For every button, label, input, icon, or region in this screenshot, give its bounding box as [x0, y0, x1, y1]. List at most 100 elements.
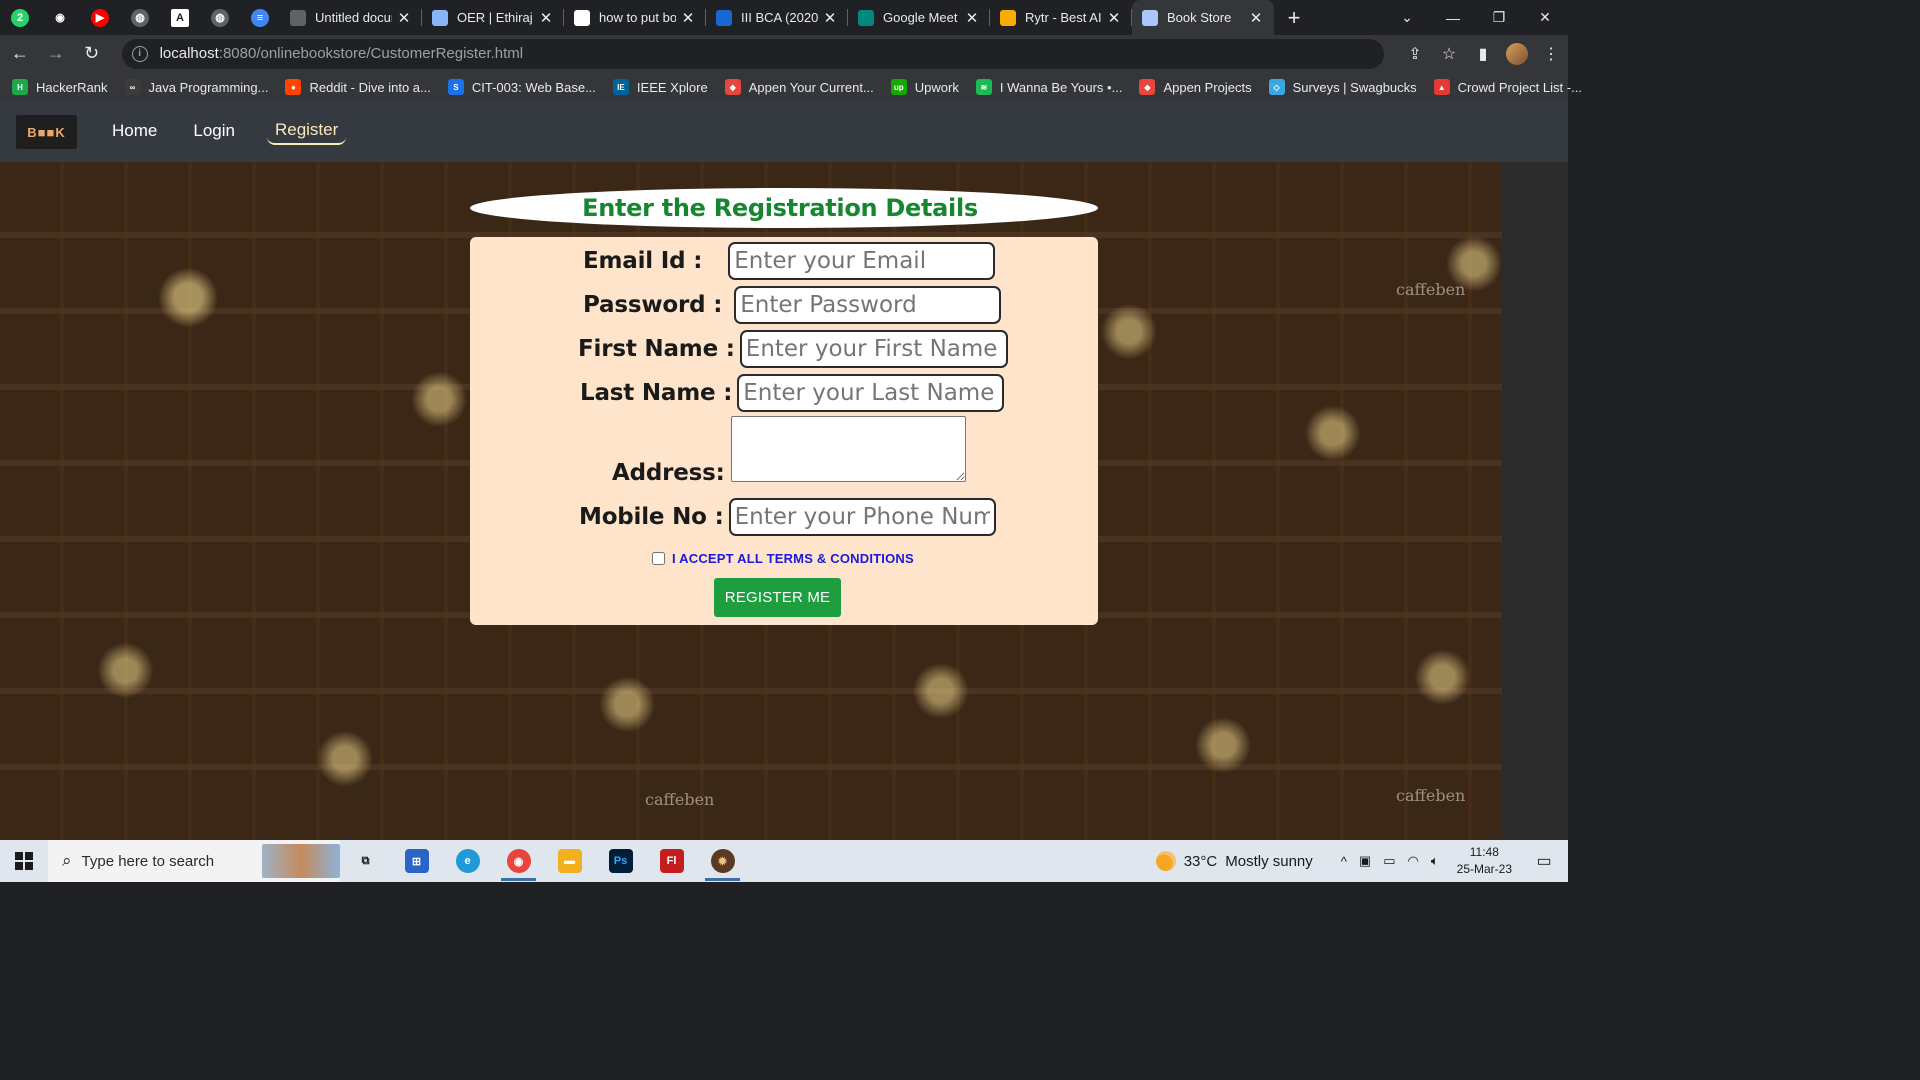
- web-page: B■■K Home Login Register caffeben caffeb…: [0, 102, 1568, 840]
- tab-title: OER | Ethiraj C: [457, 10, 534, 25]
- start-button[interactable]: [0, 840, 48, 882]
- terms-checkbox[interactable]: [652, 552, 665, 565]
- pinned-tab[interactable]: ◍: [200, 0, 240, 35]
- reload-button[interactable]: ↻: [76, 38, 108, 70]
- close-tab-icon[interactable]: ✕: [1106, 9, 1122, 27]
- taskbar-app[interactable]: e: [442, 840, 493, 882]
- microsoft-store-icon: ⊞: [404, 849, 429, 873]
- java-icon: ∞: [124, 79, 141, 95]
- swagbucks-icon: ◇: [1268, 79, 1285, 95]
- bookmark-star-icon[interactable]: ☆: [1432, 44, 1466, 64]
- mobile-label: Mobile No :: [579, 504, 724, 530]
- browser-tab[interactable]: Untitled docum ✕: [280, 0, 422, 35]
- browser-tab[interactable]: Rytr - Best AI ✕: [990, 0, 1132, 35]
- forward-button[interactable]: →: [40, 38, 72, 70]
- pinned-tab[interactable]: ◉: [40, 0, 80, 35]
- battery-icon[interactable]: ▭: [1383, 853, 1395, 869]
- bookmark-label: Appen Projects: [1163, 79, 1252, 95]
- terms-label[interactable]: I ACCEPT ALL TERMS & CONDITIONS: [672, 551, 914, 566]
- bookmark-item[interactable]: ● Reddit - Dive into a...: [285, 79, 431, 95]
- bookmark-item[interactable]: ▲ Crowd Project List -...: [1433, 79, 1582, 95]
- bookmark-item[interactable]: ◆ Appen Projects: [1139, 79, 1252, 95]
- taskbar-app[interactable]: Fl: [646, 840, 697, 882]
- bookmark-item[interactable]: ◇ Surveys | Swagbucks: [1268, 79, 1417, 95]
- close-tab-icon[interactable]: ✕: [1248, 9, 1264, 27]
- close-window-button[interactable]: ✕: [1522, 0, 1568, 35]
- browser-menu-icon[interactable]: ⋮: [1534, 44, 1568, 64]
- close-tab-icon[interactable]: ✕: [538, 9, 554, 27]
- taskbar-app[interactable]: ⧉: [340, 840, 391, 882]
- email-field[interactable]: [728, 242, 996, 280]
- restore-button[interactable]: ❐: [1476, 0, 1522, 35]
- windows-taskbar: ⌕ Type here to search ⧉ ⊞ e ◉ ▬ Ps Fl ✹ 33°C Mo…: [0, 840, 1568, 882]
- taskbar-app[interactable]: ⊞: [391, 840, 442, 882]
- bookmark-item[interactable]: up Upwork: [890, 79, 959, 95]
- bookmark-label: I Wanna Be Yours •...: [999, 79, 1123, 95]
- register-button[interactable]: REGISTER ME: [714, 578, 841, 617]
- taskbar-app[interactable]: ◉: [493, 840, 544, 882]
- classroom-icon: [716, 9, 732, 26]
- background-cafe-sign: caffeben: [645, 790, 715, 809]
- close-tab-icon[interactable]: ✕: [964, 9, 980, 27]
- browser-tab[interactable]: Book Store ✕: [1132, 0, 1274, 35]
- close-tab-icon[interactable]: ✕: [680, 9, 696, 27]
- browser-tab[interactable]: III BCA (2020 - ✕: [706, 0, 848, 35]
- pinned-tab[interactable]: ≡: [240, 0, 280, 35]
- wifi-icon[interactable]: ◠: [1407, 853, 1418, 869]
- nav-register-link[interactable]: Register: [266, 120, 347, 145]
- lastname-row: Last Name :: [580, 374, 1005, 412]
- lastname-field[interactable]: [737, 374, 1005, 412]
- share-icon[interactable]: ⇪: [1398, 44, 1432, 64]
- weather-icon: [1155, 851, 1176, 871]
- notification-center-icon[interactable]: ▭: [1530, 851, 1558, 871]
- pinned-tab[interactable]: ◍: [120, 0, 160, 35]
- bookmark-item[interactable]: ≋ I Wanna Be Yours •...: [975, 79, 1123, 95]
- bookmark-item[interactable]: ◆ Appen Your Current...: [724, 79, 874, 95]
- bookmark-item[interactable]: IE IEEE Xplore: [612, 79, 708, 95]
- system-clock[interactable]: 11:48 25-Mar-23: [1457, 844, 1512, 878]
- show-hidden-icons-chevron-icon[interactable]: ^: [1341, 854, 1347, 869]
- browser-tab[interactable]: how to put bo ✕: [564, 0, 706, 35]
- font-a-icon: A: [171, 8, 189, 27]
- bookmark-label: Java Programming...: [148, 79, 269, 95]
- photoshop-icon: Ps: [608, 849, 633, 873]
- profile-avatar[interactable]: [1506, 42, 1528, 65]
- firstname-field[interactable]: [739, 330, 1008, 368]
- bookmark-item[interactable]: ∞ Java Programming...: [124, 79, 269, 95]
- nav-login-link[interactable]: Login: [193, 121, 235, 143]
- new-tab-button[interactable]: +: [1274, 5, 1314, 31]
- taskbar-app[interactable]: ▬: [544, 840, 595, 882]
- site-info-icon[interactable]: i: [131, 45, 148, 62]
- back-button[interactable]: ←: [4, 38, 36, 70]
- site-logo[interactable]: B■■K: [16, 115, 77, 149]
- taskbar-app[interactable]: Ps: [595, 840, 646, 882]
- pinned-tab[interactable]: A: [160, 0, 200, 35]
- bookmark-label: Appen Your Current...: [748, 79, 874, 95]
- tab-title: Google Meet: [883, 10, 958, 25]
- rytr-icon: [1000, 9, 1016, 26]
- flash-icon: Fl: [659, 849, 684, 873]
- pinned-tab[interactable]: ▶: [80, 0, 120, 35]
- password-label: Password :: [583, 292, 723, 318]
- mobile-field[interactable]: [728, 498, 996, 536]
- close-tab-icon[interactable]: ✕: [396, 9, 412, 27]
- taskbar-search-box[interactable]: ⌕ Type here to search: [48, 840, 340, 882]
- bookmark-item[interactable]: S CIT-003: Web Base...: [447, 79, 596, 95]
- password-field[interactable]: [734, 286, 1002, 324]
- nav-home-link[interactable]: Home: [112, 121, 157, 143]
- browser-tab[interactable]: OER | Ethiraj C ✕: [422, 0, 564, 35]
- bookmark-item[interactable]: H HackerRank: [12, 79, 108, 95]
- pinned-tab[interactable]: 2: [0, 0, 40, 35]
- address-bar[interactable]: i localhost :8080/onlinebookstore/Custom…: [121, 38, 1384, 69]
- meet-now-icon[interactable]: ▣: [1359, 853, 1371, 869]
- weather-widget[interactable]: 33°C Mostly sunny: [1155, 851, 1313, 871]
- close-tab-icon[interactable]: ✕: [822, 9, 838, 27]
- taskbar-app[interactable]: ✹: [697, 840, 748, 882]
- side-panel-icon[interactable]: ▮: [1466, 44, 1500, 64]
- tab-search-button[interactable]: ⌄: [1384, 0, 1430, 35]
- tab-title: Untitled docum: [315, 10, 392, 25]
- minimize-button[interactable]: —: [1430, 0, 1476, 35]
- address-field[interactable]: [730, 416, 966, 482]
- browser-tab[interactable]: Google Meet ✕: [848, 0, 990, 35]
- volume-icon[interactable]: 🔈︎: [1431, 853, 1439, 869]
